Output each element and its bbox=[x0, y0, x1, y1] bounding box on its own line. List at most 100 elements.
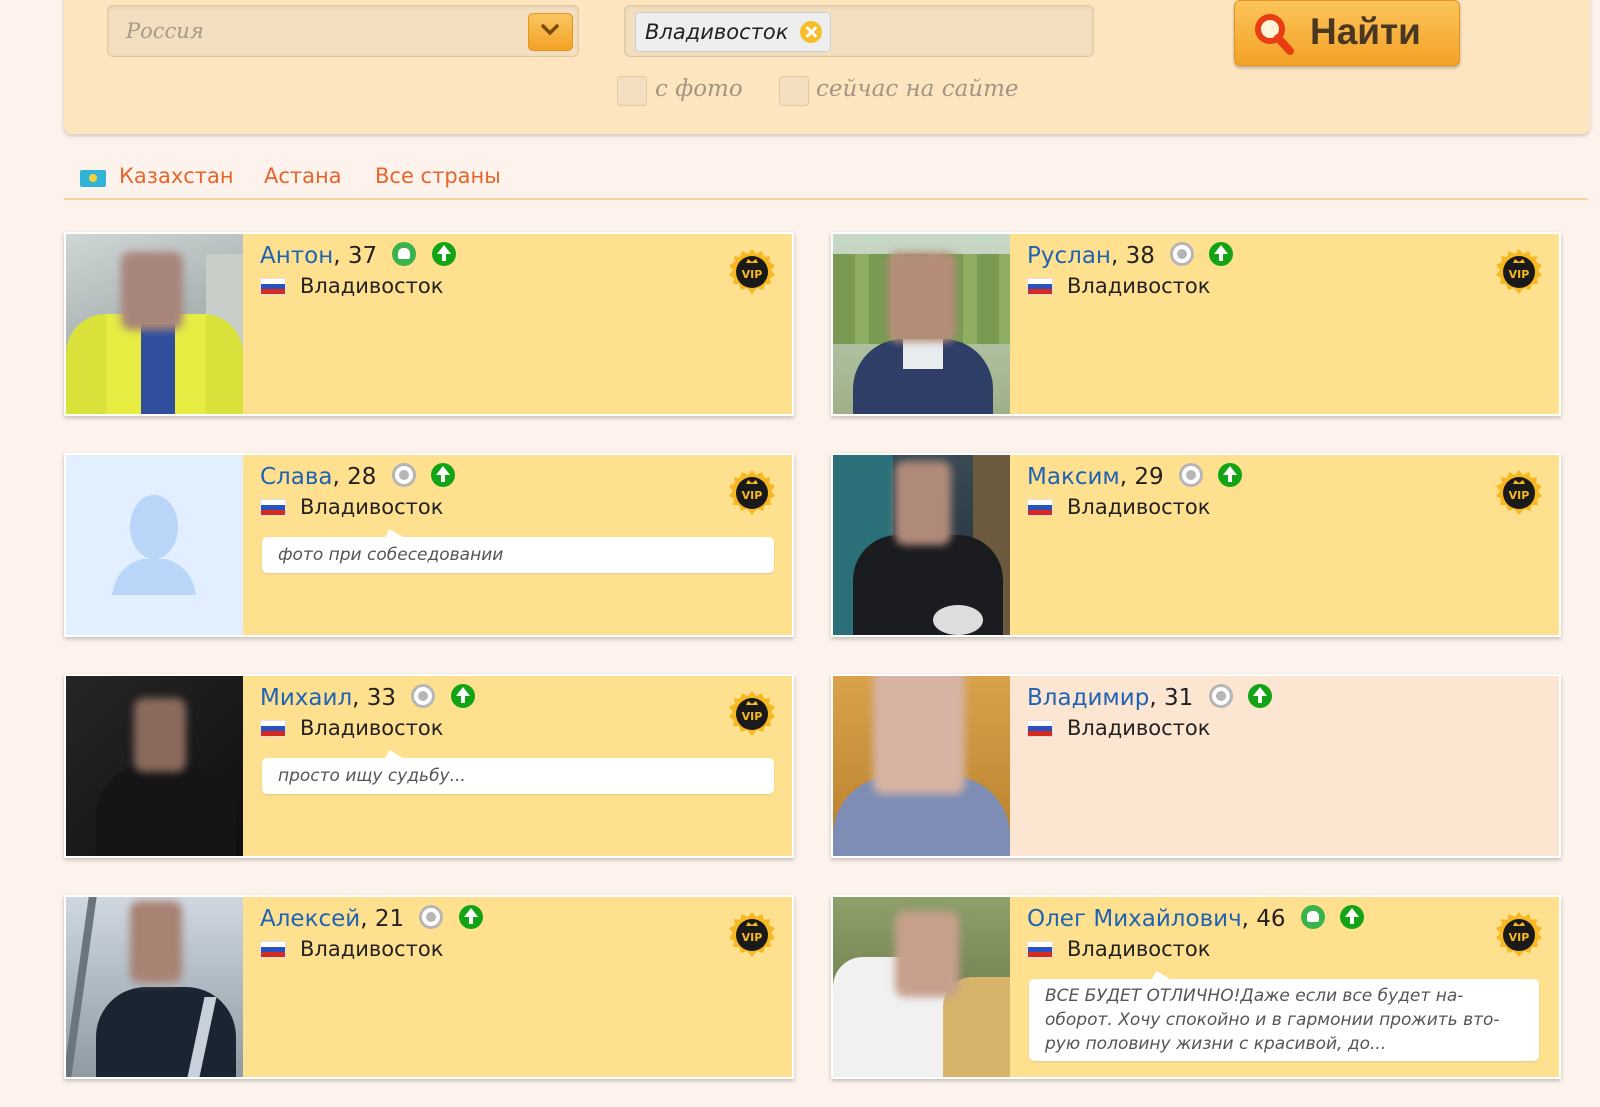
profile-card[interactable]: Руслан, 38 Владивосток VIP bbox=[831, 232, 1561, 416]
russia-flag-icon bbox=[260, 941, 286, 958]
arrow-up-icon[interactable] bbox=[431, 463, 456, 487]
russia-flag-icon bbox=[1027, 941, 1053, 958]
city-field[interactable]: Владивосток bbox=[624, 5, 1094, 57]
profile-photo[interactable] bbox=[66, 676, 243, 856]
svg-text:VIP: VIP bbox=[742, 710, 763, 723]
location-nav: Казахстан Астана Все страны bbox=[64, 158, 1588, 200]
profile-age: , 31 bbox=[1149, 685, 1194, 711]
arrow-up-icon[interactable] bbox=[458, 905, 483, 929]
profile-note: фото при собеседовании bbox=[262, 537, 774, 573]
profile-photo[interactable] bbox=[833, 676, 1010, 856]
russia-flag-icon bbox=[1027, 278, 1053, 295]
vip-badge-icon[interactable]: VIP bbox=[1495, 911, 1543, 959]
profile-card[interactable]: Владимир, 31 Владивосток bbox=[831, 674, 1561, 858]
arrow-up-icon[interactable] bbox=[1209, 242, 1234, 266]
find-button-label: Найти bbox=[1310, 11, 1421, 52]
arrow-up-icon[interactable] bbox=[450, 684, 475, 708]
profile-name-line: Алексей, 21 bbox=[260, 905, 483, 935]
vip-badge-icon[interactable]: VIP bbox=[1495, 469, 1543, 517]
country-select[interactable]: Россия bbox=[107, 5, 579, 57]
profile-age: , 46 bbox=[1241, 906, 1286, 932]
profile-city-line: Владивосток bbox=[1027, 274, 1210, 302]
profile-age: , 33 bbox=[352, 685, 397, 711]
vip-badge-icon[interactable]: VIP bbox=[728, 469, 776, 517]
kazakhstan-flag-icon bbox=[80, 170, 106, 187]
profile-photo[interactable] bbox=[66, 234, 243, 414]
profile-name[interactable]: Максим bbox=[1027, 464, 1120, 490]
profile-age: , 37 bbox=[333, 243, 378, 269]
vip-badge-icon[interactable]: VIP bbox=[728, 248, 776, 296]
link-country[interactable]: Казахстан bbox=[119, 164, 234, 188]
offline-status-icon bbox=[391, 463, 416, 487]
vip-badge-icon[interactable]: VIP bbox=[1495, 248, 1543, 296]
profile-name-line: Олег Михайлович, 46 bbox=[1027, 905, 1365, 935]
profile-age: , 29 bbox=[1119, 464, 1164, 490]
vip-badge-icon[interactable]: VIP bbox=[728, 911, 776, 959]
city-tag-label: Владивосток bbox=[645, 20, 789, 44]
chevron-down-icon[interactable] bbox=[528, 13, 573, 51]
android-icon bbox=[1300, 905, 1325, 929]
profile-name-line: Слава, 28 bbox=[260, 463, 456, 493]
profile-name-line: Максим, 29 bbox=[1027, 463, 1243, 493]
profile-photo-placeholder[interactable] bbox=[66, 455, 243, 635]
profile-name[interactable]: Руслан bbox=[1027, 243, 1111, 269]
profile-name[interactable]: Михаил bbox=[260, 685, 352, 711]
profile-city: Владивосток bbox=[1067, 716, 1211, 740]
profile-card[interactable]: Максим, 29 Владивосток VIP bbox=[831, 453, 1561, 637]
profile-city-line: Владивосток bbox=[260, 716, 443, 744]
profile-card[interactable]: Михаил, 33 Владивосток просто ищу судьбу… bbox=[64, 674, 794, 858]
profile-card[interactable]: Антон, 37 Владивосток VIP bbox=[64, 232, 794, 416]
search-icon bbox=[1255, 14, 1294, 55]
profile-city-line: Владивосток bbox=[1027, 937, 1210, 965]
profile-name[interactable]: Алексей bbox=[260, 906, 360, 932]
checkbox-with-photo[interactable] bbox=[617, 76, 647, 106]
offline-status-icon bbox=[411, 684, 436, 708]
profile-photo[interactable] bbox=[833, 234, 1010, 414]
profile-photo[interactable] bbox=[833, 897, 1010, 1077]
profile-age: , 21 bbox=[360, 906, 405, 932]
profile-city: Владивосток bbox=[300, 716, 444, 740]
profile-card[interactable]: Слава, 28 Владивосток фото при собеседов… bbox=[64, 453, 794, 637]
profile-city-line: Владивосток bbox=[260, 937, 443, 965]
checkbox-online-now[interactable] bbox=[779, 76, 809, 106]
arrow-up-icon[interactable] bbox=[431, 242, 456, 266]
svg-text:VIP: VIP bbox=[742, 931, 763, 944]
profile-city: Владивосток bbox=[300, 274, 444, 298]
arrow-up-icon[interactable] bbox=[1247, 684, 1272, 708]
profile-card[interactable]: Алексей, 21 Владивосток VIP bbox=[64, 895, 794, 1079]
profile-card[interactable]: Олег Михайлович, 46 Владивосток ВСЕ БУДЕ… bbox=[831, 895, 1561, 1079]
svg-text:VIP: VIP bbox=[1509, 489, 1530, 502]
search-panel: Россия Владивосток с фото сейчас на сайт… bbox=[64, 0, 1590, 134]
profile-name[interactable]: Слава bbox=[260, 464, 333, 490]
profile-name-line: Владимир, 31 bbox=[1027, 684, 1272, 714]
russia-flag-icon bbox=[260, 278, 286, 295]
link-all-countries[interactable]: Все страны bbox=[375, 164, 501, 188]
profile-city-line: Владивосток bbox=[260, 274, 443, 302]
vip-badge-icon[interactable]: VIP bbox=[728, 690, 776, 738]
profile-name[interactable]: Антон bbox=[260, 243, 333, 269]
russia-flag-icon bbox=[1027, 499, 1053, 516]
find-button[interactable]: Найти bbox=[1234, 0, 1460, 66]
profile-city: Владивосток bbox=[300, 495, 444, 519]
android-icon bbox=[392, 242, 417, 266]
profile-photo[interactable] bbox=[66, 897, 243, 1077]
checkbox-with-photo-label[interactable]: с фото bbox=[655, 76, 743, 102]
svg-text:VIP: VIP bbox=[742, 268, 763, 281]
remove-city-icon[interactable] bbox=[800, 21, 823, 43]
profile-city: Владивосток bbox=[1067, 937, 1211, 961]
svg-text:VIP: VIP bbox=[1509, 931, 1530, 944]
link-city[interactable]: Астана bbox=[264, 164, 342, 188]
checkbox-online-now-label[interactable]: сейчас на сайте bbox=[816, 76, 1019, 102]
profile-name[interactable]: Олег Михайлович bbox=[1027, 906, 1242, 932]
profile-city-line: Владивосток bbox=[260, 495, 443, 523]
profile-photo[interactable] bbox=[833, 455, 1010, 635]
arrow-up-icon[interactable] bbox=[1340, 905, 1365, 929]
profile-note: просто ищу судьбу... bbox=[262, 758, 774, 794]
profile-city: Владивосток bbox=[1067, 495, 1211, 519]
profile-name[interactable]: Владимир bbox=[1027, 685, 1149, 711]
profile-age: , 28 bbox=[332, 464, 377, 490]
russia-flag-icon bbox=[260, 720, 286, 737]
svg-text:VIP: VIP bbox=[742, 489, 763, 502]
arrow-up-icon[interactable] bbox=[1218, 463, 1243, 487]
profile-city: Владивосток bbox=[300, 937, 444, 961]
